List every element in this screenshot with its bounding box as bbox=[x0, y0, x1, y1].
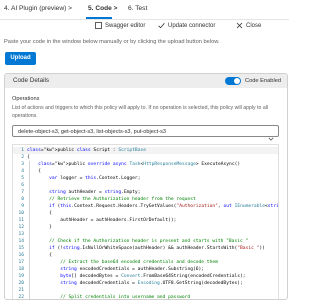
code-line[interactable]: 18 string encodedCredentials = authHeade… bbox=[13, 266, 278, 273]
line-number: 8 bbox=[21, 197, 24, 202]
line-number: 19 bbox=[18, 274, 24, 279]
code-line[interactable]: 9 if (this.Context.Request.Headers.TryGe… bbox=[13, 203, 279, 210]
line-number: 10 bbox=[18, 211, 24, 216]
line-number: 18 bbox=[18, 267, 24, 272]
checkmark-icon bbox=[158, 22, 165, 29]
line-number: 4 bbox=[21, 169, 24, 174]
update-connector-label: Update connector bbox=[168, 22, 216, 29]
code-details-panel: Code Details Code Enabled Operations Lis… bbox=[4, 73, 288, 300]
line-number: 6 bbox=[21, 183, 24, 188]
tab-ai-plugin-label: 4. AI Plugin (preview) bbox=[4, 5, 67, 12]
operations-dropdown[interactable]: delete-object-s3, get-object-s3, list-ob… bbox=[12, 125, 279, 141]
close-label: Close bbox=[246, 22, 262, 29]
panel-header: Code Details Code Enabled bbox=[5, 74, 287, 88]
code-line[interactable]: 2{ bbox=[13, 154, 278, 161]
code-line[interactable]: 13 bbox=[13, 231, 278, 238]
swagger-editor-toggle[interactable]: Swagger editor bbox=[95, 22, 145, 29]
line-number: 16 bbox=[18, 253, 24, 258]
command-bar: Swagger editor Update connector Close bbox=[0, 20, 289, 33]
code-line[interactable]: 3 class="kw">public override async Task<… bbox=[13, 161, 278, 168]
panel-title: Code Details bbox=[13, 77, 50, 84]
code-text: byte[] decodedBytes = Convert.FromBase64… bbox=[60, 274, 246, 279]
code-text: string decodedCredentials = Encoding.UTF… bbox=[60, 281, 243, 286]
operations-description: List of actions and triggers to which th… bbox=[12, 105, 269, 119]
line-number: 17 bbox=[18, 260, 24, 265]
checkbox-icon[interactable] bbox=[95, 22, 102, 29]
code-text: string encodedCredentials = authHeader.S… bbox=[60, 267, 205, 272]
code-text: { bbox=[27, 253, 52, 258]
code-line[interactable]: 14 // Check if the Authorization header … bbox=[13, 238, 278, 245]
chevron-right-icon: > bbox=[68, 5, 73, 12]
code-enabled-label: Code Enabled bbox=[245, 78, 282, 84]
tab-code[interactable]: 5. Code > bbox=[88, 5, 118, 12]
tab-code-label: 5. Code bbox=[88, 5, 112, 12]
code-line[interactable]: 6 bbox=[13, 182, 278, 189]
line-number: 2 bbox=[21, 155, 24, 160]
chevron-right-icon: > bbox=[113, 5, 118, 12]
code-line[interactable]: 11 authHeader = authHeaders.FirstOrDefau… bbox=[13, 217, 278, 224]
code-editor[interactable]: 1 class="kw">public class Script : Script… bbox=[12, 144, 279, 300]
code-line[interactable]: 8 // Retrieve the Authorization header f… bbox=[13, 196, 278, 203]
code-text: { bbox=[27, 155, 30, 160]
tab-ai-plugin[interactable]: 4. AI Plugin (preview) > bbox=[4, 5, 72, 12]
line-number: 3 bbox=[21, 162, 24, 167]
operations-selected-value: delete-object-s3, get-object-s3, list-ob… bbox=[18, 128, 166, 135]
code-text: // Extract the base64 encoded credential… bbox=[60, 260, 218, 265]
line-number: 14 bbox=[18, 239, 24, 244]
code-line[interactable]: 21 bbox=[13, 287, 278, 294]
code-text: class="kw">public class Script : ScriptB… bbox=[27, 148, 146, 153]
code-line[interactable]: 10 { bbox=[13, 210, 278, 217]
line-number: 12 bbox=[18, 225, 24, 230]
code-line[interactable]: 16 { bbox=[13, 252, 278, 259]
toggle-knob bbox=[234, 78, 240, 84]
code-text: // Check if the Authorization header is … bbox=[49, 239, 249, 244]
swagger-editor-label: Swagger editor bbox=[105, 22, 146, 29]
upload-button[interactable]: Upload bbox=[5, 52, 36, 65]
line-number: 11 bbox=[18, 218, 24, 223]
line-number: 5 bbox=[21, 176, 24, 181]
update-connector-button[interactable]: Update connector bbox=[158, 22, 215, 29]
code-text: { bbox=[27, 211, 52, 216]
line-number: 1 bbox=[21, 148, 24, 153]
close-button[interactable]: Close bbox=[236, 22, 261, 29]
code-text: // Split credentials into username and p… bbox=[60, 295, 191, 300]
line-number: 7 bbox=[21, 190, 24, 195]
tab-test[interactable]: 6. Test bbox=[128, 5, 147, 12]
indent-guide bbox=[29, 161, 30, 299]
tab-test-label: 6. Test bbox=[128, 5, 148, 12]
code-line[interactable]: 7 string authHeader = string.Empty; bbox=[13, 189, 278, 196]
wizard-tabs: 4. AI Plugin (preview) > 5. Code > 6. Te… bbox=[0, 0, 289, 22]
code-line[interactable]: 17 // Extract the base64 encoded credent… bbox=[13, 259, 278, 266]
line-number: 21 bbox=[18, 288, 24, 293]
code-text: if (this.Context.Request.Headers.TryGetV… bbox=[49, 204, 279, 209]
line-number: 13 bbox=[18, 232, 24, 237]
code-line[interactable]: 1 class="kw">public class Script : Script… bbox=[13, 147, 278, 154]
code-text: var logger = this.Context.Logger; bbox=[49, 176, 141, 181]
operations-label: Operations bbox=[12, 96, 40, 102]
code-text: string authHeader = string.Empty; bbox=[49, 190, 141, 195]
code-text: if (!string.IsNullOrWhiteSpace(authHeade… bbox=[49, 246, 265, 251]
chevron-down-icon bbox=[268, 129, 274, 141]
code-line[interactable]: 5 var logger = this.Context.Logger; bbox=[13, 175, 278, 182]
code-enabled-toggle[interactable] bbox=[225, 77, 241, 85]
line-number: 20 bbox=[18, 281, 24, 286]
line-number: 15 bbox=[18, 246, 24, 251]
code-text: } bbox=[27, 225, 52, 230]
code-text: // Retrieve the Authorization header fro… bbox=[49, 197, 196, 202]
code-text: class="kw">public override async Task<Ht… bbox=[38, 162, 241, 167]
code-line[interactable]: 19 byte[] decodedBytes = Convert.FromBas… bbox=[13, 273, 278, 280]
code-line[interactable]: 22 // Split credentials into username an… bbox=[13, 294, 278, 300]
line-number: 9 bbox=[21, 204, 24, 209]
code-line[interactable]: 20 string decodedCredentials = Encoding.… bbox=[13, 280, 278, 287]
code-text: authHeader = authHeaders.FirstOrDefault(… bbox=[27, 218, 177, 223]
intro-text: Paste your code in the window below manu… bbox=[4, 39, 220, 45]
code-line[interactable]: 12 } bbox=[13, 224, 278, 231]
code-line[interactable]: 4 { bbox=[13, 168, 278, 175]
close-icon bbox=[236, 22, 243, 29]
line-number: 22 bbox=[18, 295, 24, 300]
code-line[interactable]: 15 if (!string.IsNullOrWhiteSpace(authHe… bbox=[13, 245, 278, 252]
